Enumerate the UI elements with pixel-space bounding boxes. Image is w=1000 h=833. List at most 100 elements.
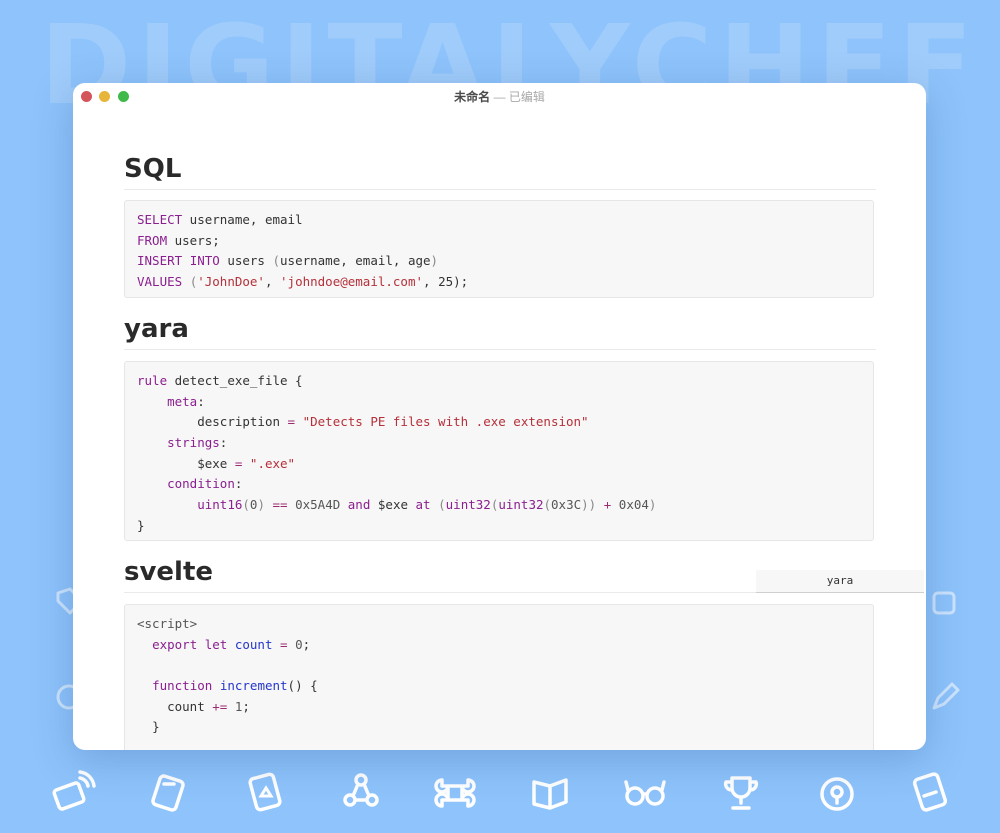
code-text: :	[219, 435, 228, 451]
code-keyword: INSERT	[137, 253, 183, 269]
code-line: rule detect_exe_file {	[137, 371, 861, 392]
code-punctuation: (	[272, 253, 281, 269]
code-line: }	[137, 516, 861, 537]
background-icon-row	[0, 760, 1000, 820]
code-text: username, email, age	[280, 253, 431, 269]
code-text: detect_exe_file {	[167, 373, 303, 388]
code-punctuation: ))	[581, 497, 597, 513]
wifi-card-icon	[50, 770, 96, 816]
code-keyword: let	[204, 636, 228, 652]
heading-sql[interactable]: SQL	[124, 153, 876, 190]
code-line: strings:	[137, 433, 861, 454]
code-punctuation: )	[648, 497, 657, 513]
code-tag: <script>	[137, 616, 198, 631]
code-block-yara[interactable]: rule detect_exe_file { meta: description…	[124, 361, 874, 541]
code-line: meta:	[137, 392, 861, 413]
code-string: 'johndoe@email.com'	[280, 274, 424, 290]
code-string: ".exe"	[249, 455, 296, 471]
code-keyword: SELECT	[137, 212, 183, 227]
code-text: ,	[264, 274, 281, 290]
editor-window: 未命名 — 已编辑 SQL SELECT username, email FRO…	[73, 83, 926, 750]
code-text: :	[234, 476, 243, 492]
code-number: 0x04	[618, 497, 649, 513]
network-icon	[338, 770, 384, 816]
code-line: <script>	[137, 614, 861, 635]
code-keyword: function	[152, 678, 213, 694]
code-operator: =	[280, 636, 288, 652]
background-pen-icon	[928, 680, 962, 714]
code-keyword: uint16	[197, 497, 243, 513]
code-keyword: meta	[167, 393, 198, 409]
code-text: () {	[287, 678, 318, 694]
code-keyword: at	[415, 497, 431, 513]
window-title: 未命名 — 已编辑	[73, 88, 926, 105]
code-block-svelte[interactable]: <script> export let count = 0; function …	[124, 604, 874, 750]
code-text: users;	[167, 232, 220, 248]
code-text: description	[197, 414, 288, 430]
background-chef-hat-icon	[928, 585, 962, 619]
code-text: users	[219, 253, 273, 269]
code-text: :	[197, 393, 205, 409]
book-icon	[528, 770, 574, 816]
code-text: }	[152, 719, 160, 735]
code-operator: =	[287, 414, 296, 430]
code-keyword: export	[152, 636, 198, 652]
code-text: count	[167, 698, 213, 714]
code-line: function increment() {	[137, 676, 861, 697]
edited-status: 已编辑	[508, 90, 545, 104]
code-line: description = "Detects PE files with .ex…	[137, 412, 861, 433]
trophy-icon	[718, 770, 764, 816]
code-line: FROM users;	[137, 231, 861, 252]
code-text: ;	[242, 698, 250, 714]
code-keyword: strings	[167, 435, 220, 451]
code-operator: =	[234, 455, 243, 471]
code-punctuation: )	[257, 497, 265, 513]
code-keyword: INTO	[189, 253, 220, 269]
code-number: 0x3C	[551, 497, 582, 513]
document-name: 未命名	[454, 90, 491, 104]
code-keyword: uint32	[498, 497, 544, 513]
code-line: uint16(0) == 0x5A4D and $exe at (uint32(…	[137, 495, 861, 516]
code-operator: +	[603, 497, 612, 513]
code-punctuation: (	[438, 497, 446, 513]
code-punctuation: )	[430, 253, 439, 269]
code-line: SELECT username, email	[137, 210, 861, 231]
heading-yara[interactable]: yara	[124, 313, 876, 350]
window-titlebar[interactable]: 未命名 — 已编辑	[73, 83, 926, 109]
code-identifier: increment	[219, 678, 288, 694]
code-number: 0x5A4D	[295, 497, 341, 513]
code-string: 'JohnDoe'	[197, 274, 265, 290]
code-keyword: and	[347, 497, 371, 513]
code-line: export let count = 0;	[137, 635, 861, 656]
code-line: INSERT INTO users (username, email, age)	[137, 251, 861, 272]
code-line: count += 1;	[137, 697, 861, 718]
medal-icon	[814, 770, 860, 816]
code-text: $exe	[377, 497, 408, 513]
code-string: "Detects PE files with .exe extension"	[302, 414, 589, 430]
code-line: $exe = ".exe"	[137, 454, 861, 475]
code-text: }	[137, 517, 145, 533]
code-text: , 25);	[423, 274, 469, 290]
code-operator: ==	[272, 497, 288, 513]
code-line: condition:	[137, 474, 861, 495]
code-line: }	[137, 717, 861, 738]
code-keyword: VALUES	[137, 274, 183, 290]
glasses-icon	[622, 770, 668, 816]
code-keyword: FROM	[137, 232, 168, 248]
code-number: 0	[295, 636, 303, 652]
code-text: ;	[302, 636, 311, 652]
code-language-input[interactable]: yara	[756, 570, 924, 593]
title-separator: —	[493, 90, 506, 104]
code-keyword: uint32	[445, 497, 491, 513]
code-keyword: rule	[137, 373, 168, 388]
code-punctuation: (	[242, 497, 250, 513]
code-text: $exe	[197, 455, 235, 471]
code-text: username, email	[182, 212, 303, 227]
code-line: VALUES ('JohnDoe', 'johndoe@email.com', …	[137, 272, 861, 293]
code-block-sql[interactable]: SELECT username, email FROM users; INSER…	[124, 200, 874, 298]
note-icon	[908, 770, 954, 816]
code-punctuation: (	[543, 497, 552, 513]
tag-icon	[146, 770, 192, 816]
badge-icon	[243, 770, 289, 816]
